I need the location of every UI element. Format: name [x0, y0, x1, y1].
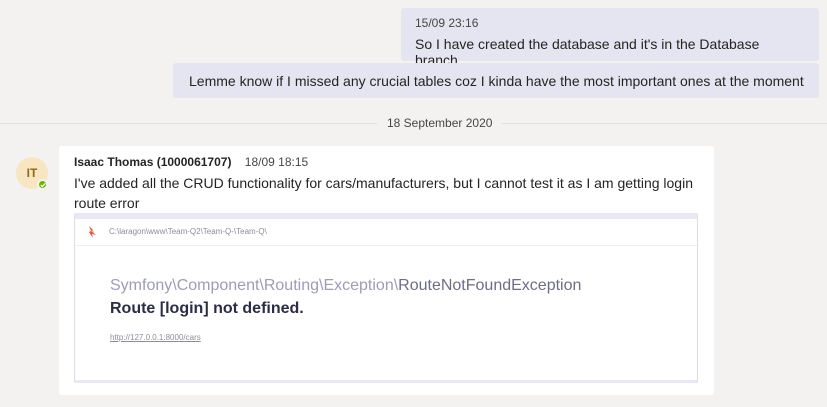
- own-message-bubble[interactable]: Lemme know if I missed any crucial table…: [173, 63, 819, 98]
- message-text: Lemme know if I missed any crucial table…: [189, 73, 804, 89]
- laravel-logo-icon: [89, 226, 96, 238]
- file-path: C:\laragon\www\Team-Q2\Team-Q-\Team-Q\: [109, 227, 267, 236]
- request-url-link: http://127.0.0.1:8000/cars: [110, 333, 201, 342]
- message-timestamp: 18/09 18:15: [244, 155, 309, 169]
- message-header: Isaac Thomas (1000061707) 18/09 18:15: [74, 155, 699, 169]
- exception-title: Symfony\Component\Routing\Exception\Rout…: [110, 277, 581, 295]
- attached-screenshot[interactable]: C:\laragon\www\Team-Q2\Team-Q-\Team-Q\ S…: [74, 213, 698, 383]
- incoming-message-card[interactable]: Isaac Thomas (1000061707) 18/09 18:15 I'…: [59, 146, 714, 395]
- message-text: I've added all the CRUD functionality fo…: [74, 175, 693, 211]
- message-timestamp: 15/09 23:16: [415, 16, 479, 30]
- screenshot-header: C:\laragon\www\Team-Q2\Team-Q-\Team-Q\: [75, 219, 697, 246]
- date-divider-label: 18 September 2020: [377, 116, 503, 130]
- sender-name[interactable]: Isaac Thomas (1000061707): [74, 155, 231, 169]
- own-message-bubble[interactable]: 15/09 23:16 So I have created the databa…: [401, 8, 819, 68]
- exception-namespace: Symfony\Component\Routing\Exception\: [110, 277, 399, 294]
- presence-available-icon: [37, 179, 48, 190]
- error-message: Route [login] not defined.: [110, 300, 304, 317]
- exception-class: RouteNotFoundException: [398, 277, 582, 294]
